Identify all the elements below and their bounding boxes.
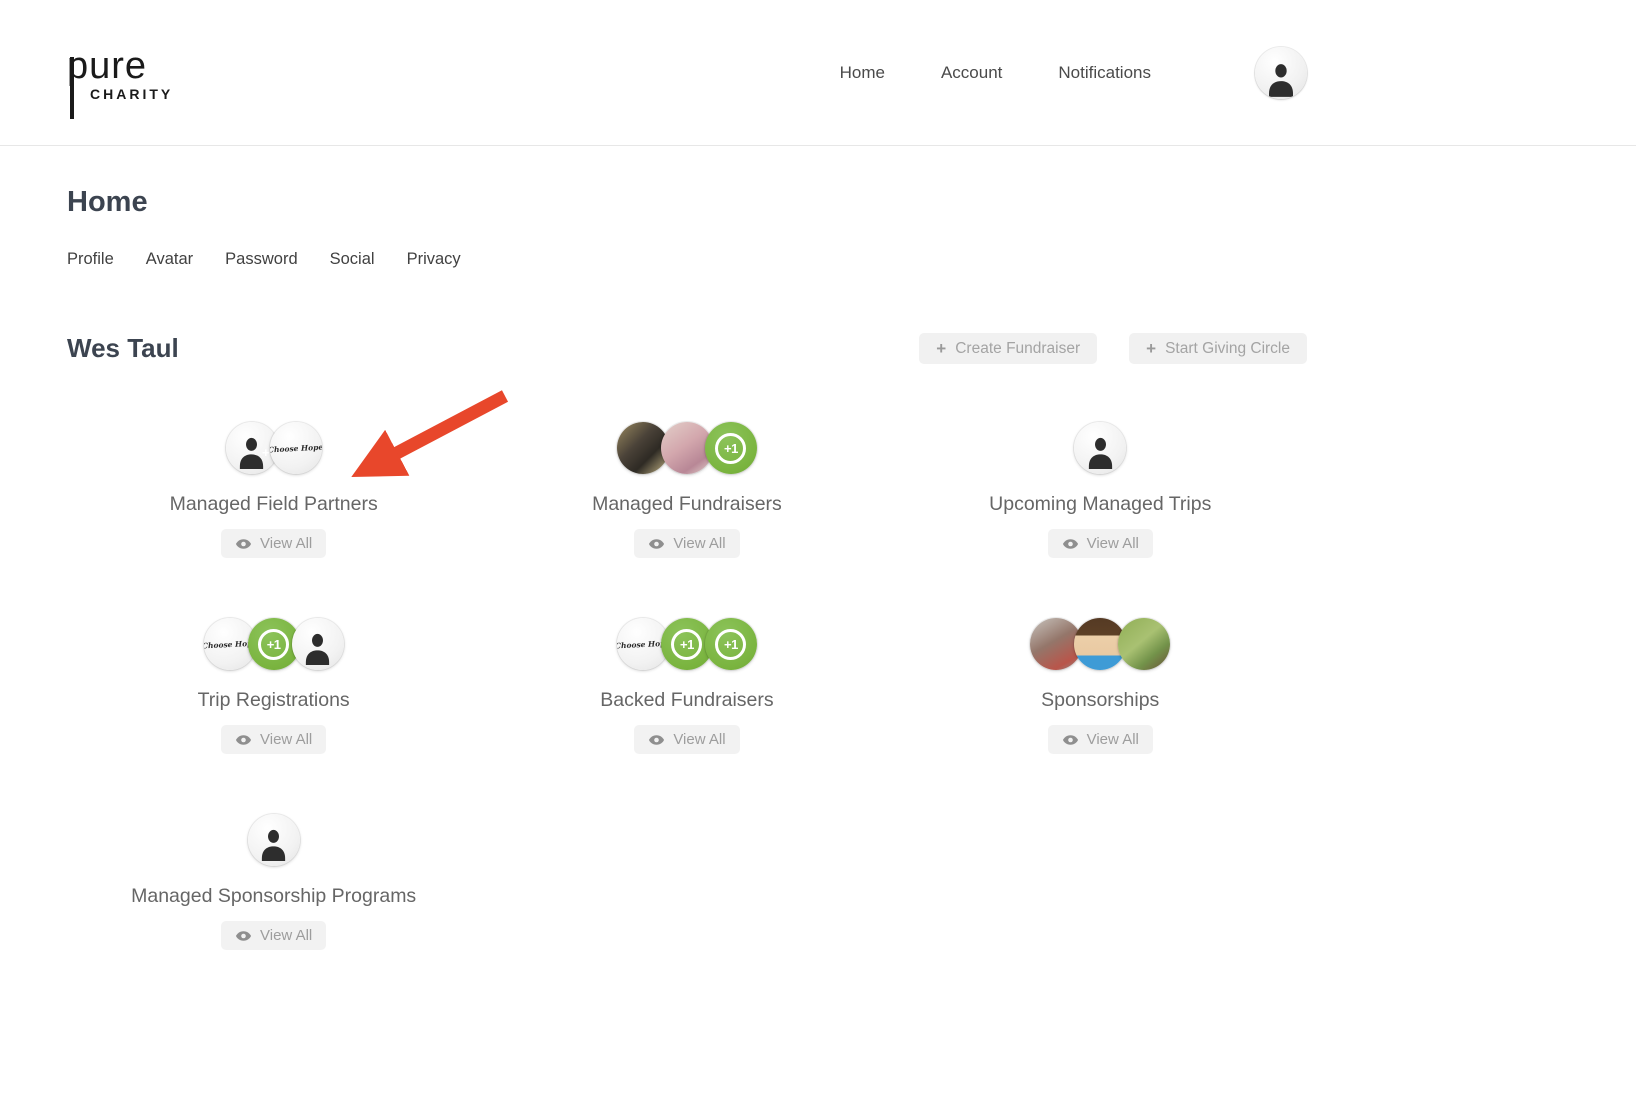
subnav-privacy[interactable]: Privacy [407, 250, 461, 269]
plus-icon: + [262, 445, 270, 460]
nav-account[interactable]: Account [941, 63, 1002, 83]
section-managed-fundraisers: +1 Managed Fundraisers View All [480, 422, 893, 558]
logo-text-pure: pure [67, 47, 173, 85]
eye-icon [648, 536, 665, 552]
managed-sponsorship-programs-icons[interactable] [248, 814, 300, 866]
create-fundraiser-button[interactable]: + Create Fundraiser [919, 333, 1097, 364]
view-all-managed-sponsorship-programs[interactable]: View All [221, 921, 326, 950]
settings-subnav: Profile Avatar Password Social Privacy [67, 250, 1307, 269]
user-name-heading: Wes Taul [67, 333, 179, 364]
eye-icon [1062, 732, 1079, 748]
subnav-profile[interactable]: Profile [67, 250, 114, 269]
user-row: Wes Taul + Create Fundraiser + Start Giv… [67, 333, 1307, 364]
start-giving-circle-label: Start Giving Circle [1165, 340, 1290, 358]
view-all-upcoming-managed-trips[interactable]: View All [1048, 529, 1153, 558]
section-trip-registrations: Choose Hope +1 Trip Registrations View A… [67, 618, 480, 754]
view-all-trip-registrations[interactable]: View All [221, 725, 326, 754]
app-header: pure CHARITY Home Account Notifications [0, 0, 1636, 146]
section-label: Managed Fundraisers [592, 493, 782, 516]
plus-one-ring: +1 [715, 629, 746, 660]
choose-hope-avatar[interactable]: Choose Hope [270, 422, 322, 474]
user-actions: + Create Fundraiser + Start Giving Circl… [919, 333, 1307, 364]
logo-bar [70, 57, 74, 119]
backed-fundraisers-icons[interactable]: Choose Hope +1 +1 [617, 618, 757, 670]
top-navigation: Home Account Notifications [840, 47, 1307, 99]
plus-one-ring: +1 [715, 433, 746, 464]
sponsorships-icons[interactable] [1030, 618, 1170, 670]
upcoming-managed-trips-icons[interactable] [1074, 422, 1126, 474]
person-icon [258, 828, 289, 862]
logo-text-charity: CHARITY [90, 86, 173, 102]
section-label: Backed Fundraisers [600, 689, 773, 712]
person-icon [1085, 436, 1116, 470]
nav-notifications[interactable]: Notifications [1058, 63, 1151, 83]
managed-field-partners-icons[interactable]: + Choose Hope [226, 422, 322, 474]
section-backed-fundraisers: Choose Hope +1 +1 Backed Fundraisers Vie… [480, 618, 893, 754]
plus-one-ring: +1 [258, 629, 289, 660]
plus-icon: + [936, 340, 946, 357]
section-label: Managed Sponsorship Programs [131, 885, 416, 908]
plus-one-badge[interactable]: +1 [705, 618, 757, 670]
dashboard-sections: + Choose Hope Managed Field Partners Vie… [67, 422, 1307, 950]
person-icon [302, 632, 333, 666]
view-all-managed-field-partners[interactable]: View All [221, 529, 326, 558]
page-title: Home [67, 186, 1307, 219]
plus-icon: + [1146, 340, 1156, 357]
create-fundraiser-label: Create Fundraiser [955, 340, 1080, 358]
section-sponsorships: Sponsorships View All [894, 618, 1307, 754]
section-label: Trip Registrations [198, 689, 350, 712]
subnav-social[interactable]: Social [330, 250, 375, 269]
main-content: Home Profile Avatar Password Social Priv… [67, 186, 1307, 950]
section-upcoming-managed-trips: Upcoming Managed Trips View All [894, 422, 1307, 558]
section-label: Managed Field Partners [170, 493, 378, 516]
plus-one-ring: +1 [671, 629, 702, 660]
subnav-password[interactable]: Password [225, 250, 297, 269]
section-label: Upcoming Managed Trips [989, 493, 1211, 516]
eye-icon [648, 732, 665, 748]
section-managed-sponsorship-programs: Managed Sponsorship Programs View All [67, 814, 480, 950]
sponsorship-photo-avatar[interactable] [1118, 618, 1170, 670]
subnav-avatar[interactable]: Avatar [146, 250, 193, 269]
eye-icon [1062, 536, 1079, 552]
section-label: Sponsorships [1041, 689, 1159, 712]
start-giving-circle-button[interactable]: + Start Giving Circle [1129, 333, 1307, 364]
trip-registrations-icons[interactable]: Choose Hope +1 [204, 618, 344, 670]
view-all-backed-fundraisers[interactable]: View All [634, 725, 739, 754]
eye-icon [235, 732, 252, 748]
section-managed-field-partners: + Choose Hope Managed Field Partners Vie… [67, 422, 480, 558]
nav-home[interactable]: Home [840, 63, 885, 83]
registration-person-avatar-icon[interactable] [292, 618, 344, 670]
program-person-avatar-icon[interactable] [248, 814, 300, 866]
pure-charity-logo[interactable]: pure CHARITY [67, 43, 173, 102]
view-all-managed-fundraisers[interactable]: View All [634, 529, 739, 558]
eye-icon [235, 928, 252, 944]
plus-one-badge[interactable]: +1 [705, 422, 757, 474]
managed-fundraisers-icons[interactable]: +1 [617, 422, 757, 474]
view-all-sponsorships[interactable]: View All [1048, 725, 1153, 754]
user-avatar[interactable] [1255, 47, 1307, 99]
person-icon [1265, 60, 1297, 99]
choose-hope-label: Choose Hope [270, 442, 322, 454]
trip-person-avatar-icon[interactable] [1074, 422, 1126, 474]
eye-icon [235, 536, 252, 552]
